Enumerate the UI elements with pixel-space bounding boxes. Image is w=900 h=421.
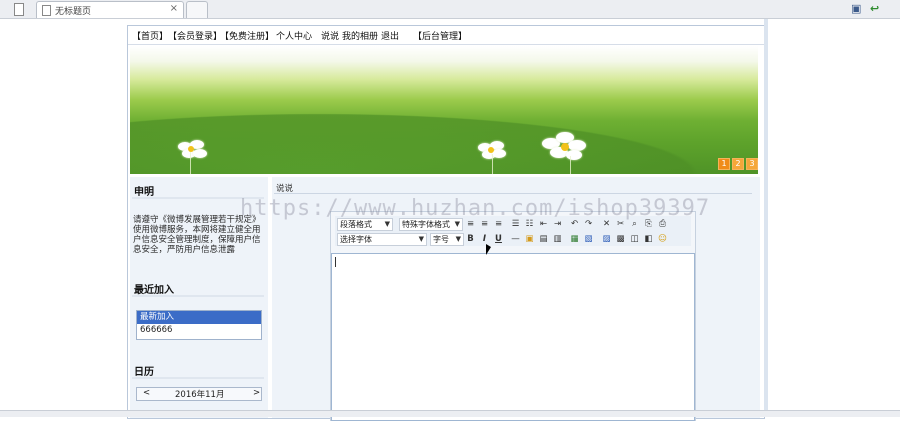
divider: [132, 377, 264, 379]
latest-members-box: 最新加入 666666: [136, 310, 262, 340]
back-arrow-icon[interactable]: ↩: [870, 2, 879, 15]
calendar-month: 2016年11月: [175, 390, 225, 400]
banner-page-3[interactable]: 3: [746, 158, 758, 170]
banner-page-2[interactable]: 2: [732, 158, 744, 170]
notice-title: 申明: [134, 187, 154, 198]
browser-tab[interactable]: 无标题页 ×: [36, 1, 184, 18]
horizontal-rule-button[interactable]: —: [510, 234, 521, 245]
nav-talk[interactable]: 说说: [321, 29, 339, 42]
nav-admin[interactable]: 【后台管理】: [413, 29, 467, 42]
nav-my-album[interactable]: 我的相册: [342, 29, 378, 42]
banner-page-1[interactable]: 1: [718, 158, 730, 170]
latest-members-header: 最新加入: [137, 311, 261, 324]
remove-format-button[interactable]: ▩: [615, 234, 626, 245]
underline-button[interactable]: U: [493, 234, 504, 245]
font-size-select[interactable]: 字号 ▼: [430, 233, 464, 246]
nav-logout[interactable]: 退出: [381, 29, 399, 42]
text-color-button[interactable]: ▦: [569, 234, 580, 245]
nav-home[interactable]: 【首页】: [132, 29, 168, 42]
latest-member-item[interactable]: 666666: [137, 324, 261, 337]
banner-hills: [130, 104, 758, 174]
page-scroll-edge: [764, 19, 768, 416]
nav-register[interactable]: 【免费注册】: [220, 29, 274, 42]
font-family-label: 选择字体: [340, 235, 372, 244]
mouse-cursor-icon: [486, 244, 491, 255]
browser-tabbar: 无标题页 × ▣ ↩: [0, 0, 900, 19]
insert-table-button[interactable]: ▤: [538, 234, 549, 245]
font-size-label: 字号: [433, 235, 449, 244]
preview-button[interactable]: ◧: [643, 234, 654, 245]
site-container: 【首页】 【会员登录】 【免费注册】 个人中心 说说 我的相册 退出 【后台管理…: [127, 25, 765, 421]
rich-text-editor: 段落格式 ▼ 特殊字体格式 ▼ 选择字体 ▼ 字号 ▼ ≡ ≡ ≡ ☰ ☷ ⇤ …: [330, 211, 696, 421]
flower-stem: [190, 152, 191, 174]
calendar-next-button[interactable]: >: [253, 388, 260, 398]
calendar-title: 日历: [134, 367, 154, 378]
chevron-down-icon: ▼: [455, 235, 461, 243]
nav-member-login[interactable]: 【会员登录】: [168, 29, 222, 42]
page-icon[interactable]: [14, 3, 24, 16]
special-format-label: 特殊字体格式: [402, 220, 450, 229]
breadcrumb: 说说: [274, 181, 752, 194]
flower-stem: [570, 156, 571, 174]
insert-media-button[interactable]: ▥: [552, 234, 563, 245]
banner-image: 1 2 3: [130, 46, 758, 174]
paragraph-format-label: 段落格式: [340, 220, 372, 229]
notice-text: 请遵守《微博发展管理若干规定》使用微博服务，本网将建立健全用户信息安全管理制度，…: [133, 215, 261, 255]
insert-image-button[interactable]: ▣: [524, 234, 535, 245]
calendar-header: < 2016年11月 >: [136, 387, 262, 401]
breadcrumb-label: 说说: [276, 184, 294, 194]
background-color-button[interactable]: ▧: [583, 234, 594, 245]
document-icon: [42, 5, 51, 16]
font-family-select[interactable]: 选择字体 ▼: [337, 233, 427, 246]
flower-stem: [492, 154, 493, 174]
save-icon[interactable]: ▣: [851, 2, 861, 15]
tab-close-icon[interactable]: ×: [170, 3, 178, 14]
chevron-down-icon: ▼: [418, 235, 424, 243]
editor-text-area[interactable]: [331, 253, 695, 421]
bold-button[interactable]: B: [465, 234, 476, 245]
calendar-prev-button[interactable]: <: [143, 388, 150, 398]
banner-pager: 1 2 3: [718, 158, 758, 170]
text-caret: [335, 257, 336, 267]
source-view-button[interactable]: ◫: [629, 234, 640, 245]
nav-user-center[interactable]: 个人中心: [276, 29, 312, 42]
top-nav: 【首页】 【会员登录】 【免费注册】 个人中心 说说 我的相册 退出 【后台管理…: [128, 26, 764, 45]
new-tab-button[interactable]: [186, 1, 208, 18]
emoticon-button[interactable]: ☺: [657, 234, 668, 245]
tab-title: 无标题页: [55, 7, 92, 17]
insert-link-button[interactable]: ▨: [601, 234, 612, 245]
latest-title: 最近加入: [134, 285, 174, 296]
watermark-text: https://www.huzhan.com/ishop39397: [240, 196, 711, 221]
divider: [132, 295, 264, 297]
